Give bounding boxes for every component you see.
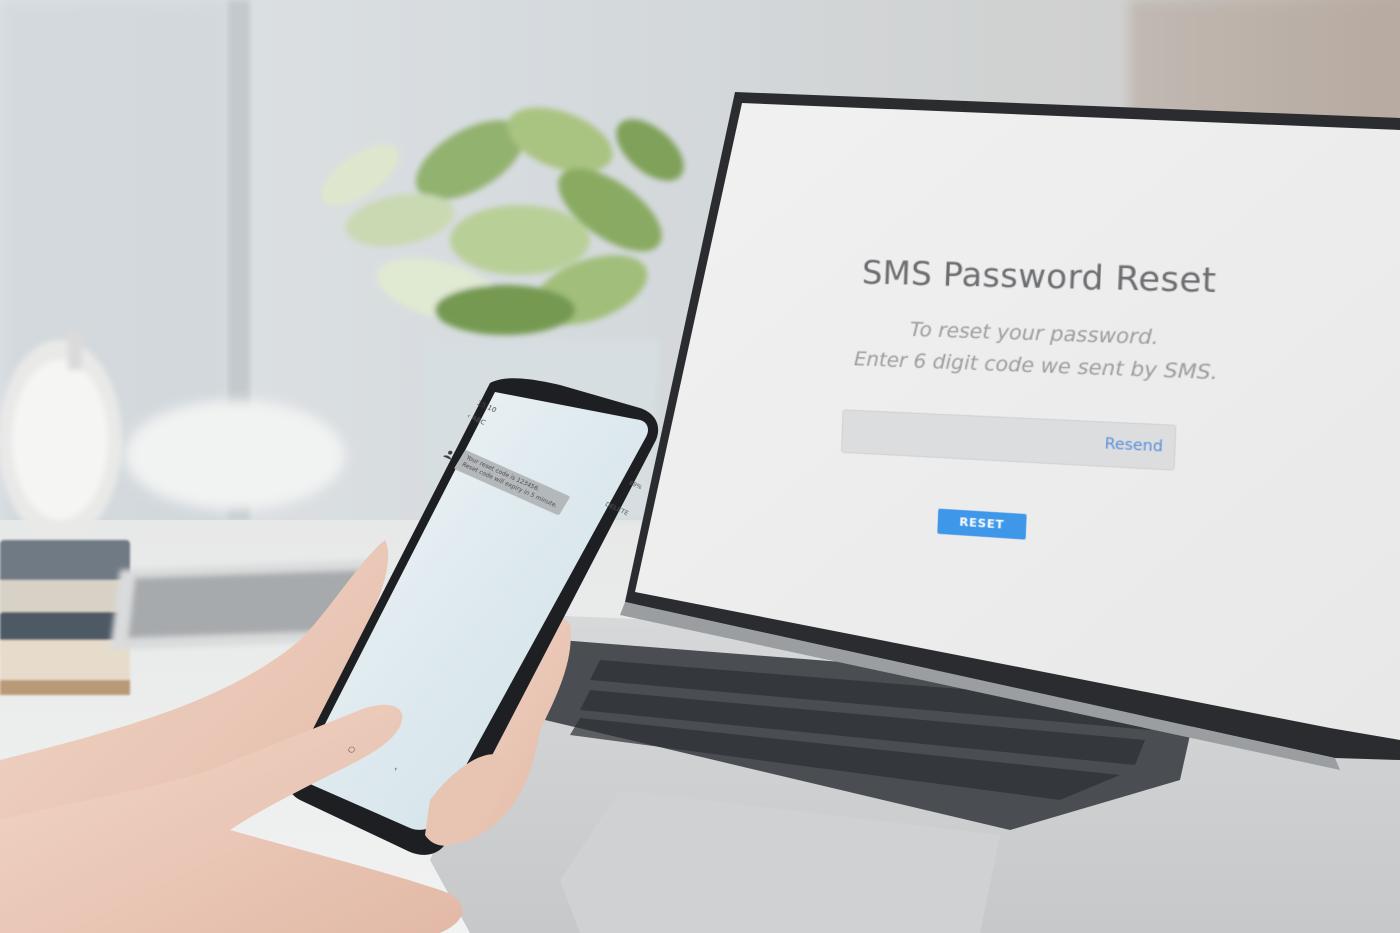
message-line-1: Your reset code is 123456.	[464, 454, 542, 493]
home-nav-icon[interactable]: ○	[346, 744, 357, 755]
conversation-name: ABC	[469, 414, 488, 427]
back-nav-icon[interactable]: ‹	[392, 764, 400, 773]
resend-link[interactable]: Resend	[1104, 436, 1163, 456]
laptop-screen: SMS Password Reset To reset your passwor…	[628, 105, 1400, 794]
message-line-2: Reset code will expiry in 5 minute.	[460, 461, 559, 510]
status-battery: 89%	[627, 479, 644, 492]
page-title: SMS Password Reset	[861, 254, 1218, 301]
back-button[interactable]: ‹ ABC	[465, 412, 487, 427]
code-input[interactable]: Resend	[840, 409, 1177, 471]
contact-avatar-icon	[443, 450, 453, 460]
sms-message: Your reset code is 123456. Reset code wi…	[453, 449, 571, 516]
book-stack	[0, 540, 130, 695]
reset-button[interactable]: RESET	[937, 508, 1027, 540]
delete-button[interactable]: DELETE	[604, 500, 631, 517]
